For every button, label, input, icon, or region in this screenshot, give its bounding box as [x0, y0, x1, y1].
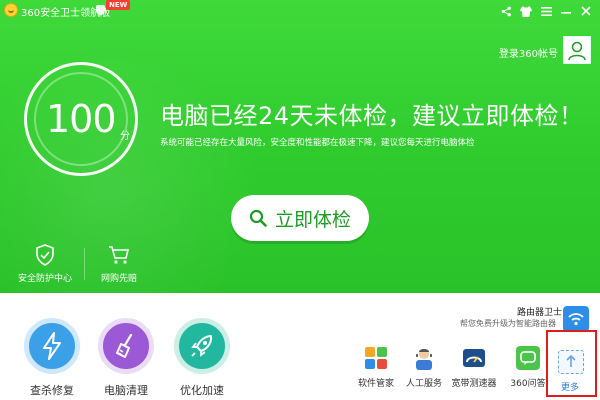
broom-icon [98, 318, 154, 374]
search-icon [249, 209, 267, 227]
shopping-cart-icon [107, 243, 131, 267]
share-icon[interactable] [496, 2, 516, 20]
status-subline: 系统可能已经存在大量风险，安全度和性能都在极速下降，建议您每天进行电脑体检 [160, 138, 475, 148]
close-icon[interactable] [576, 2, 596, 20]
router-title[interactable]: 路由器卫士 [517, 305, 562, 318]
qa-icon [516, 346, 540, 370]
header-panel: 360安全卫士领航版 NEW 登录360帐号 100 分 电脑已经24天未体检，… [0, 0, 600, 293]
speed-test-icon [462, 346, 486, 370]
more-button[interactable]: 更多 [561, 380, 579, 393]
shield-check-icon [33, 243, 57, 267]
minimize-icon[interactable] [556, 2, 576, 20]
title-bar: 360安全卫士领航版 NEW [0, 0, 600, 22]
status-headline: 电脑已经24天未体检，建议立即体检！ [160, 102, 584, 130]
tool-label: 查杀修复 [30, 384, 74, 397]
rocket-icon [174, 318, 230, 374]
tool-optimize-speed[interactable]: 优化加速 [166, 318, 238, 398]
software-manager-icon [364, 346, 388, 370]
upload-arrow-icon[interactable] [558, 350, 584, 374]
lightning-icon [24, 318, 80, 374]
app-logo-icon [4, 3, 18, 17]
tool-pc-cleanup[interactable]: 电脑清理 [90, 318, 162, 398]
tool-label: 网购先赔 [100, 274, 137, 284]
router-wifi-icon[interactable] [563, 306, 589, 332]
tool-label: 安全防护中心 [17, 274, 72, 284]
user-icon [568, 41, 586, 61]
score-value: 100 [46, 97, 117, 141]
new-badge: NEW [106, 0, 131, 10]
tool-label: 人工服务 [405, 379, 442, 389]
router-subtitle[interactable]: 帮您免费升级为智能路由器 [460, 318, 556, 329]
tool-label: 优化加速 [180, 384, 224, 397]
menu-icon[interactable] [536, 2, 556, 20]
support-person-icon [412, 346, 436, 370]
shirt-icon[interactable] [516, 2, 536, 20]
tool-broadband-speed[interactable]: 宽带测速器 [446, 346, 502, 389]
avatar[interactable] [563, 36, 591, 64]
window-controls [496, 2, 596, 20]
check-now-label: 立即体检 [274, 208, 351, 231]
score-unit: 分 [120, 131, 130, 142]
tool-security-center[interactable]: 安全防护中心 [10, 243, 80, 284]
check-now-button[interactable]: 立即体检 [231, 195, 369, 241]
shield-icon [96, 5, 105, 15]
tool-label: 电脑清理 [104, 384, 148, 397]
tool-scan-repair[interactable]: 查杀修复 [16, 318, 88, 398]
tool-shopping-guarantee[interactable]: 网购先赔 [84, 243, 154, 284]
tool-label: 宽带测速器 [451, 379, 497, 389]
tool-human-support[interactable]: 人工服务 [396, 346, 452, 389]
login-link[interactable]: 登录360帐号 [499, 45, 558, 60]
